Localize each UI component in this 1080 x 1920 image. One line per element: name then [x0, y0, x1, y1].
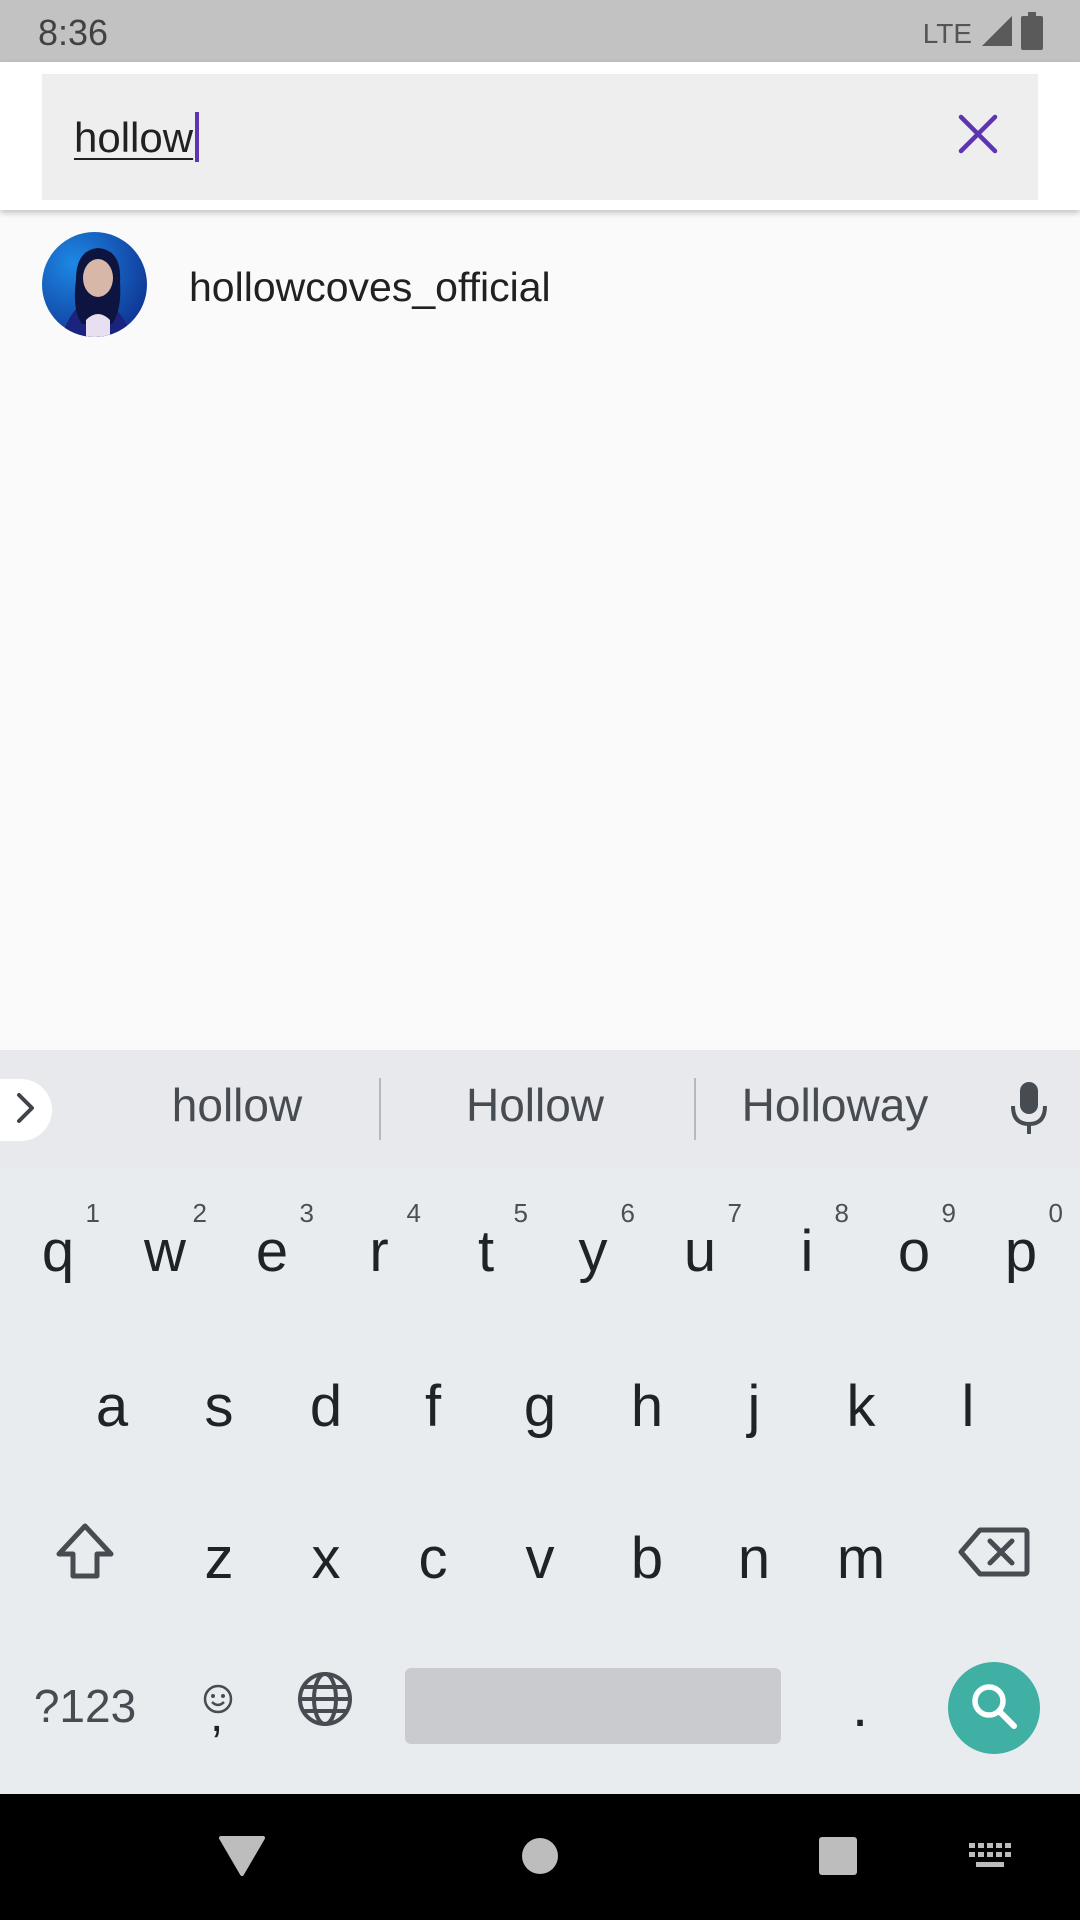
- suggestion-divider: [694, 1078, 696, 1140]
- key-hint: 6: [620, 1198, 635, 1228]
- key-label: q: [41, 1218, 75, 1284]
- status-icons: LTE: [923, 12, 1044, 55]
- symbols-key[interactable]: ?123: [20, 1658, 150, 1754]
- key-hint: 3: [299, 1198, 314, 1228]
- key-label: u: [683, 1218, 717, 1284]
- key-a[interactable]: a: [60, 1358, 164, 1454]
- key-n[interactable]: n: [702, 1508, 806, 1608]
- key-u[interactable]: u7: [648, 1198, 752, 1296]
- key-l[interactable]: l: [916, 1358, 1020, 1454]
- comma-label: ,: [210, 1689, 224, 1742]
- key-z[interactable]: z: [167, 1508, 271, 1608]
- suggestion-2[interactable]: Hollow: [420, 1078, 650, 1132]
- key-y[interactable]: y6: [541, 1198, 645, 1296]
- backspace-icon: [958, 1525, 1030, 1592]
- suggestion-divider: [379, 1078, 381, 1140]
- keyboard-switch-button[interactable]: [960, 1830, 1020, 1886]
- key-hint: 0: [1048, 1198, 1063, 1228]
- search-input[interactable]: hollow: [42, 74, 1038, 200]
- key-d[interactable]: d: [274, 1358, 378, 1454]
- key-hint: 1: [85, 1198, 100, 1228]
- suggestion-1[interactable]: hollow: [120, 1078, 354, 1132]
- key-hint: 2: [192, 1198, 207, 1228]
- text-cursor: [195, 112, 199, 162]
- key-label: e: [255, 1218, 289, 1284]
- key-c[interactable]: c: [381, 1508, 485, 1608]
- search-query-text: hollow: [74, 114, 194, 161]
- key-v[interactable]: v: [488, 1508, 592, 1608]
- suggestion-strip: hollow Hollow Holloway: [0, 1050, 1080, 1168]
- key-x[interactable]: x: [274, 1508, 378, 1608]
- key-label: o: [897, 1218, 931, 1284]
- key-label: y: [578, 1218, 608, 1284]
- result-username: hollowcoves_official: [189, 264, 551, 310]
- close-icon: [958, 114, 998, 159]
- key-b[interactable]: b: [595, 1508, 699, 1608]
- key-r[interactable]: r4: [327, 1198, 431, 1296]
- signal-icon: [980, 14, 1014, 53]
- key-p[interactable]: p0: [969, 1198, 1073, 1296]
- key-t[interactable]: t5: [434, 1198, 538, 1296]
- navigation-bar: [0, 1794, 1080, 1920]
- key-hint: 4: [406, 1198, 421, 1228]
- key-f[interactable]: f: [381, 1358, 485, 1454]
- nav-back-icon: [217, 1834, 267, 1883]
- avatar: [42, 232, 147, 337]
- key-s[interactable]: s: [167, 1358, 271, 1454]
- nav-back-button[interactable]: [212, 1830, 272, 1886]
- network-type: LTE: [922, 17, 972, 49]
- key-hint: 8: [834, 1198, 849, 1228]
- chevron-right-icon: [15, 1092, 37, 1129]
- keyboard-icon: [968, 1842, 1012, 1875]
- key-w[interactable]: w2: [113, 1198, 217, 1296]
- key-q[interactable]: q1: [6, 1198, 110, 1296]
- globe-icon: [296, 1670, 354, 1742]
- suggestion-3[interactable]: Holloway: [726, 1078, 944, 1132]
- search-action-key[interactable]: [948, 1662, 1040, 1754]
- soft-keyboard: q1 w2 e3 r4 t5 y6 u7 i8 o9 p0 a s d f g …: [0, 1168, 1080, 1794]
- key-o[interactable]: o9: [862, 1198, 966, 1296]
- key-hint: 5: [513, 1198, 528, 1228]
- key-hint: 9: [941, 1198, 956, 1228]
- space-key[interactable]: [405, 1668, 781, 1744]
- backspace-key[interactable]: [944, 1508, 1044, 1608]
- period-key[interactable]: .: [820, 1658, 900, 1754]
- search-results: hollowcoves_official: [0, 210, 1080, 1050]
- key-j[interactable]: j: [702, 1358, 806, 1454]
- key-i[interactable]: i8: [755, 1198, 859, 1296]
- comma-emoji-key[interactable]: ,: [178, 1658, 258, 1754]
- clear-search-button[interactable]: [946, 104, 1010, 168]
- nav-recents-button[interactable]: [808, 1830, 868, 1886]
- nav-home-icon: [520, 1836, 560, 1881]
- expand-toolbar-button[interactable]: [0, 1079, 52, 1141]
- search-header: hollow: [0, 62, 1080, 210]
- key-h[interactable]: h: [595, 1358, 699, 1454]
- language-key[interactable]: [285, 1658, 365, 1754]
- shift-icon: [55, 1522, 115, 1594]
- nav-home-button[interactable]: [510, 1830, 570, 1886]
- key-label: t: [477, 1218, 495, 1284]
- result-item[interactable]: hollowcoves_official: [0, 224, 1080, 344]
- key-label: w: [144, 1218, 186, 1284]
- key-e[interactable]: e3: [220, 1198, 324, 1296]
- key-m[interactable]: m: [809, 1508, 913, 1608]
- status-time: 8:36: [38, 12, 109, 53]
- key-label: i: [800, 1218, 814, 1284]
- key-g[interactable]: g: [488, 1358, 592, 1454]
- key-hint: 7: [727, 1198, 742, 1228]
- battery-icon: [1020, 12, 1044, 55]
- nav-recents-icon: [818, 1836, 858, 1881]
- shift-key[interactable]: [40, 1508, 130, 1608]
- key-label: p: [1004, 1218, 1038, 1284]
- microphone-icon: [1009, 1080, 1049, 1140]
- key-k[interactable]: k: [809, 1358, 913, 1454]
- key-label: r: [369, 1218, 389, 1284]
- voice-input-button[interactable]: [1004, 1080, 1054, 1140]
- search-icon: [968, 1680, 1020, 1737]
- status-bar: 8:36 LTE: [0, 0, 1080, 62]
